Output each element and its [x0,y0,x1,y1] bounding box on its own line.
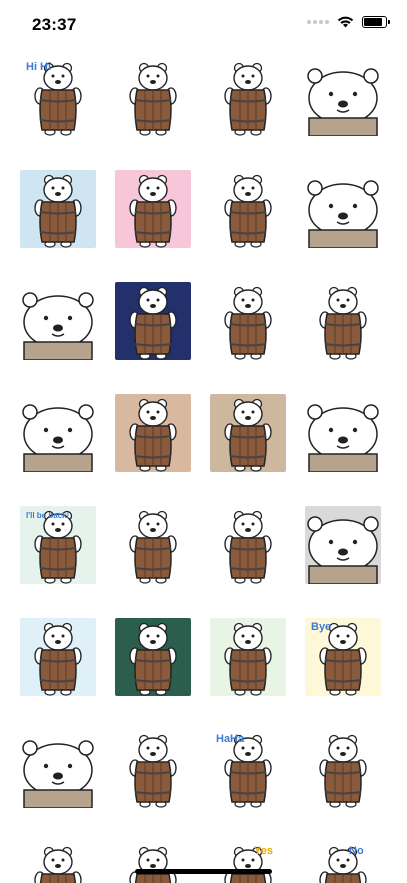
sticker-love-pink[interactable] [115,170,191,248]
sticker-shrug[interactable] [210,282,286,360]
sticker-hug-barrel[interactable] [305,730,381,808]
sticker-annoyed[interactable] [210,58,286,136]
sticker-speech-dots[interactable] [305,170,381,248]
sticker-haha[interactable]: HaHa [210,730,286,808]
barrel [229,873,267,883]
barrel [229,313,267,355]
barrel-rim [23,789,93,808]
sticker-grey-cloud[interactable] [305,506,381,584]
sticker-dizzy[interactable] [115,58,191,136]
sticker-sad-blue[interactable] [20,170,96,248]
barrel [134,537,172,579]
barrel-rim [308,565,378,584]
sticker-plane[interactable] [210,618,286,696]
barrel [134,649,172,691]
cellular-signal-icon [307,20,329,24]
polar-bear [307,404,379,461]
barrel [39,537,77,579]
sticker-caption: Yes [254,845,273,857]
sticker-hi-wave[interactable]: Hi Hi [20,58,96,136]
polar-bear [22,404,94,461]
polar-bear [307,516,379,573]
sticker-caption: Hi Hi [26,61,51,73]
sticker-ill-be-back[interactable]: I'll be back! [20,506,96,584]
status-bar: 23:37 [0,0,407,52]
barrel [324,761,362,803]
barrel [324,313,362,355]
sticker-singing[interactable] [115,506,191,584]
sticker-partial-2[interactable] [115,842,191,883]
sticker-fire[interactable] [210,506,286,584]
sticker-partial-yes[interactable]: Yes [210,842,286,883]
barrel-rim [23,341,93,360]
sticker-partial-no[interactable]: No [305,842,381,883]
sticker-caption: No [349,845,364,857]
sticker-tongue[interactable] [20,394,96,472]
barrel [324,873,362,883]
barrel [39,873,77,883]
sticker-frozen[interactable] [20,618,96,696]
barrel [229,649,267,691]
barrel [229,537,267,579]
sticker-caption: I'll be back! [26,511,69,520]
status-indicators [307,16,390,28]
barrel-rim [308,117,378,136]
sticker-sweat[interactable] [305,282,381,360]
home-indicator[interactable] [135,869,272,874]
sticker-caption: HaHa [216,733,245,745]
sticker-bye[interactable]: Bye [305,618,381,696]
polar-bear [307,68,379,125]
sticker-caption: Bye [311,621,331,633]
barrel-rim [308,229,378,248]
barrel [229,201,267,243]
sticker-grid: Hi Hi I'll be back! Bye HaHa Yes No [20,58,390,883]
sticker-rolling[interactable] [115,730,191,808]
barrel [229,425,267,467]
barrel [134,201,172,243]
barrel [229,761,267,803]
polar-bear [22,740,94,797]
sticker-crying[interactable] [305,58,381,136]
wifi-icon [337,16,354,28]
barrel [134,425,172,467]
sticker-sleepy[interactable] [305,394,381,472]
barrel [324,649,362,691]
barrel [229,89,267,131]
barrel [39,201,77,243]
sticker-peek-face[interactable] [20,730,96,808]
battery-icon [362,16,390,28]
sticker-night-sky[interactable] [115,282,191,360]
status-time: 23:37 [32,15,77,34]
barrel-rim [23,453,93,472]
barrel [39,649,77,691]
sticker-forest[interactable] [115,618,191,696]
barrel [134,313,172,355]
barrel-rim [308,453,378,472]
polar-bear [22,292,94,349]
sticker-mountain[interactable] [210,394,286,472]
barrel [134,89,172,131]
barrel [134,873,172,883]
battery-level [364,18,382,26]
barrel [39,89,77,131]
sticker-brown-bg[interactable] [115,394,191,472]
sticker-gloomy[interactable] [20,282,96,360]
sticker-partial-1[interactable] [20,842,96,883]
sticker-hearts[interactable] [210,170,286,248]
polar-bear [307,180,379,237]
barrel [134,761,172,803]
